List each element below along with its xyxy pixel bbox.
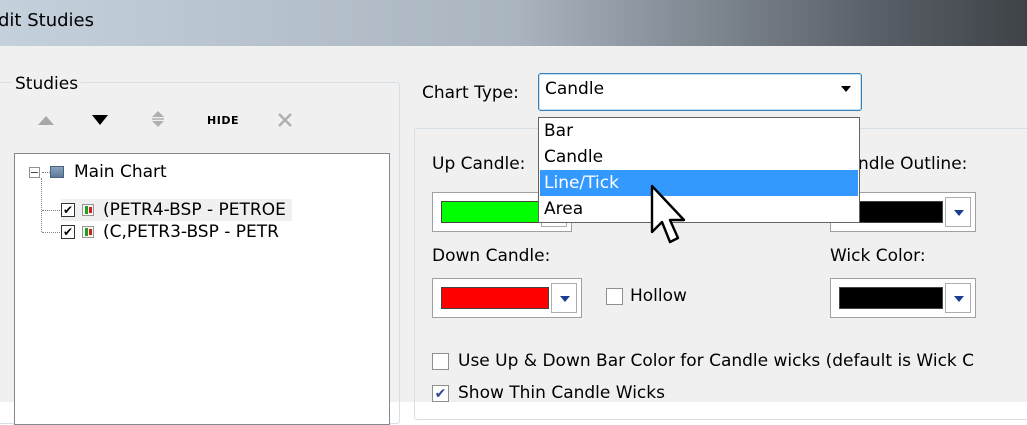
delete-button[interactable]	[274, 109, 296, 131]
chart-type-select[interactable]: Candle	[538, 73, 862, 111]
up-candle-label: Up Candle:	[432, 154, 526, 174]
close-icon	[278, 113, 292, 127]
tree-item-label: (PETR4-BSP - PETROE	[103, 200, 286, 220]
edit-studies-dialog: Studies HIDE − Main Chart ✔ (PETR4-BSP -…	[0, 46, 1027, 425]
chart-type-option-area[interactable]: Area	[540, 196, 858, 222]
move-down-button[interactable]	[88, 110, 112, 130]
study-icon	[82, 226, 94, 238]
chart-type-option-line-tick[interactable]: Line/Tick	[540, 170, 858, 196]
chart-type-dropdown-list: Bar Candle Line/Tick Area	[538, 117, 860, 223]
triangle-up-icon	[38, 116, 54, 125]
tree-root-main-chart[interactable]: − Main Chart	[29, 161, 167, 183]
down-candle-label: Down Candle:	[432, 246, 551, 266]
hide-button[interactable]: HIDE	[198, 110, 248, 130]
study-icon	[82, 204, 94, 216]
chart-type-option-candle[interactable]: Candle	[540, 144, 858, 170]
tree-root-label: Main Chart	[74, 162, 167, 182]
chevron-down-icon[interactable]	[945, 197, 971, 227]
visibility-checkbox[interactable]: ✔	[61, 203, 75, 217]
tree-item-label: (C,PETR3-BSP - PETR	[103, 222, 279, 242]
hollow-label: Hollow	[630, 286, 687, 306]
wick-color-picker[interactable]	[830, 278, 976, 318]
window-title: dit Studies	[0, 10, 94, 31]
chart-icon	[50, 166, 64, 178]
chevron-down-icon[interactable]	[945, 283, 971, 313]
reorder-button[interactable]	[148, 108, 168, 130]
hollow-checkbox[interactable]	[606, 288, 623, 305]
up-candle-swatch	[441, 201, 539, 223]
move-up-button[interactable]	[34, 110, 58, 130]
collapse-icon[interactable]: −	[29, 166, 40, 178]
up-down-arrows-icon	[152, 111, 164, 127]
studies-tree[interactable]: − Main Chart ✔ (PETR4-BSP - PETROE ✔ (C,…	[14, 153, 390, 425]
wick-color-swatch	[839, 287, 943, 309]
use-updown-color-label: Use Up & Down Bar Color for Candle wicks…	[458, 351, 975, 371]
chevron-down-icon[interactable]	[551, 283, 577, 313]
tree-line	[41, 178, 42, 232]
down-candle-color-picker[interactable]	[432, 278, 582, 318]
use-updown-color-checkbox[interactable]	[432, 353, 449, 370]
chart-type-label: Chart Type:	[422, 83, 519, 103]
chart-type-value: Candle	[545, 79, 605, 99]
thin-wicks-label: Show Thin Candle Wicks	[458, 383, 665, 403]
candle-outline-label: ndle Outline:	[858, 154, 968, 174]
tree-item[interactable]: ✔ (C,PETR3-BSP - PETR	[61, 221, 279, 243]
tree-line	[42, 210, 60, 211]
title-bar: dit Studies	[0, 0, 1027, 46]
visibility-checkbox[interactable]: ✔	[61, 225, 75, 239]
studies-group-label: Studies	[12, 74, 82, 94]
tree-item[interactable]: ✔ (PETR4-BSP - PETROE	[61, 199, 292, 221]
wick-color-label: Wick Color:	[830, 246, 926, 266]
chart-type-option-bar[interactable]: Bar	[540, 118, 858, 144]
tree-line	[42, 232, 60, 233]
triangle-down-icon	[92, 115, 108, 125]
mouse-pointer-icon	[650, 184, 686, 244]
chevron-down-icon	[841, 86, 851, 92]
thin-wicks-checkbox[interactable]: ✔	[432, 385, 449, 402]
down-candle-swatch	[441, 287, 549, 309]
